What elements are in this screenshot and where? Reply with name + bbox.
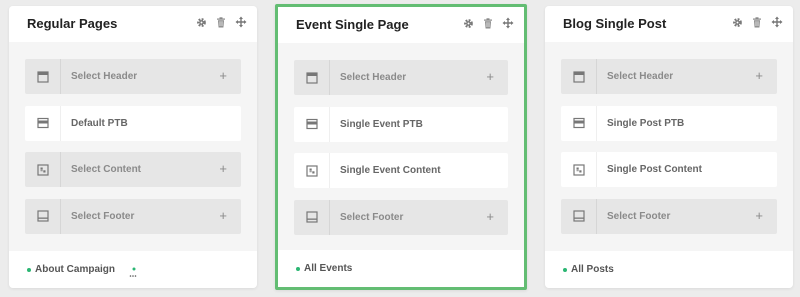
content-row[interactable]: Single Event Content: [294, 153, 508, 188]
footer-layout-icon: [561, 198, 597, 234]
gear-icon[interactable]: [462, 17, 474, 29]
header-layout-icon: [25, 59, 61, 94]
link-dot-icon: [27, 267, 31, 272]
plus-icon[interactable]: +: [755, 208, 763, 224]
card-title: Event Single Page: [296, 17, 409, 32]
select-footer-row[interactable]: Select Footer +: [25, 198, 241, 234]
plus-icon[interactable]: +: [219, 161, 227, 177]
row-label: Single Event PTB: [340, 118, 423, 130]
ptb-row[interactable]: Default PTB: [25, 105, 241, 141]
footer-link[interactable]: All Posts: [563, 264, 614, 275]
content-layout-icon: [25, 152, 61, 187]
ptb-row[interactable]: Single Post PTB: [561, 105, 777, 141]
footer-link-label: All Posts: [571, 264, 614, 275]
ptb-layout-icon: [25, 105, 61, 141]
trash-icon[interactable]: [215, 16, 227, 28]
ptb-row[interactable]: Single Event PTB: [294, 106, 508, 142]
card-footer: All Events: [278, 250, 524, 287]
footer-link[interactable]: About Campaign: [27, 264, 115, 275]
card-tools: [731, 16, 783, 28]
footer-layout-icon: [25, 198, 61, 234]
ptb-layout-icon: [561, 105, 597, 141]
row-label: Select Footer: [340, 211, 404, 223]
card-footer: All Posts: [545, 251, 793, 288]
plus-icon[interactable]: +: [755, 68, 763, 84]
select-header-row[interactable]: Select Header +: [294, 60, 508, 95]
row-label: Select Header: [71, 71, 138, 82]
content-layout-icon: [294, 153, 330, 188]
plus-icon[interactable]: +: [486, 209, 494, 225]
card-footer: About Campaign: [9, 251, 257, 288]
layout-card-event-single-page[interactable]: Event Single Page Select Header + Single…: [275, 4, 527, 290]
card-tools: [195, 16, 247, 28]
card-header: Blog Single Post: [545, 6, 793, 42]
card-header: Regular Pages: [9, 6, 257, 42]
loading-icon: [129, 265, 139, 277]
row-label: Select Content: [71, 164, 142, 175]
plus-icon[interactable]: +: [486, 69, 494, 85]
layout-card-regular-pages: Regular Pages Select Header + Default PT…: [9, 6, 257, 288]
gear-icon[interactable]: [195, 16, 207, 28]
move-icon[interactable]: [235, 16, 247, 28]
content-row[interactable]: Single Post Content: [561, 152, 777, 187]
card-title: Regular Pages: [27, 16, 118, 31]
ptb-layout-icon: [294, 106, 330, 142]
layout-card-blog-single-post: Blog Single Post Select Header + Single …: [545, 6, 793, 288]
footer-link[interactable]: All Events: [296, 263, 352, 274]
header-layout-icon: [294, 60, 330, 95]
row-label: Single Post Content: [607, 164, 702, 175]
card-header: Event Single Page: [278, 7, 524, 43]
move-icon[interactable]: [771, 16, 783, 28]
footer-link-label: About Campaign: [35, 264, 115, 275]
layout-rows: Select Header + Single Post PTB Single P…: [561, 59, 777, 245]
row-label: Select Footer: [607, 210, 671, 222]
row-label: Select Header: [607, 71, 674, 82]
footer-link-label: All Events: [304, 263, 353, 274]
select-footer-row[interactable]: Select Footer +: [294, 199, 508, 235]
row-label: Default PTB: [71, 117, 128, 129]
layout-rows: Select Header + Single Event PTB Single …: [294, 60, 508, 246]
card-title: Blog Single Post: [563, 16, 667, 31]
content-layout-icon: [561, 152, 597, 187]
select-footer-row[interactable]: Select Footer +: [561, 198, 777, 234]
select-header-row[interactable]: Select Header +: [25, 59, 241, 94]
link-dot-icon: [296, 266, 300, 271]
layout-rows: Select Header + Default PTB Select Conte…: [25, 59, 241, 245]
header-layout-icon: [561, 59, 597, 94]
select-header-row[interactable]: Select Header +: [561, 59, 777, 94]
row-label: Single Event Content: [340, 165, 441, 176]
row-label: Select Header: [340, 72, 407, 83]
plus-icon[interactable]: +: [219, 208, 227, 224]
link-dot-icon: [563, 267, 567, 272]
move-icon[interactable]: [502, 17, 514, 29]
row-label: Single Post PTB: [607, 117, 685, 129]
row-label: Select Footer: [71, 210, 135, 222]
plus-icon[interactable]: +: [219, 68, 227, 84]
select-content-row[interactable]: Select Content +: [25, 152, 241, 187]
footer-layout-icon: [294, 199, 330, 235]
gear-icon[interactable]: [731, 16, 743, 28]
trash-icon[interactable]: [482, 17, 494, 29]
card-tools: [462, 17, 514, 29]
trash-icon[interactable]: [751, 16, 763, 28]
